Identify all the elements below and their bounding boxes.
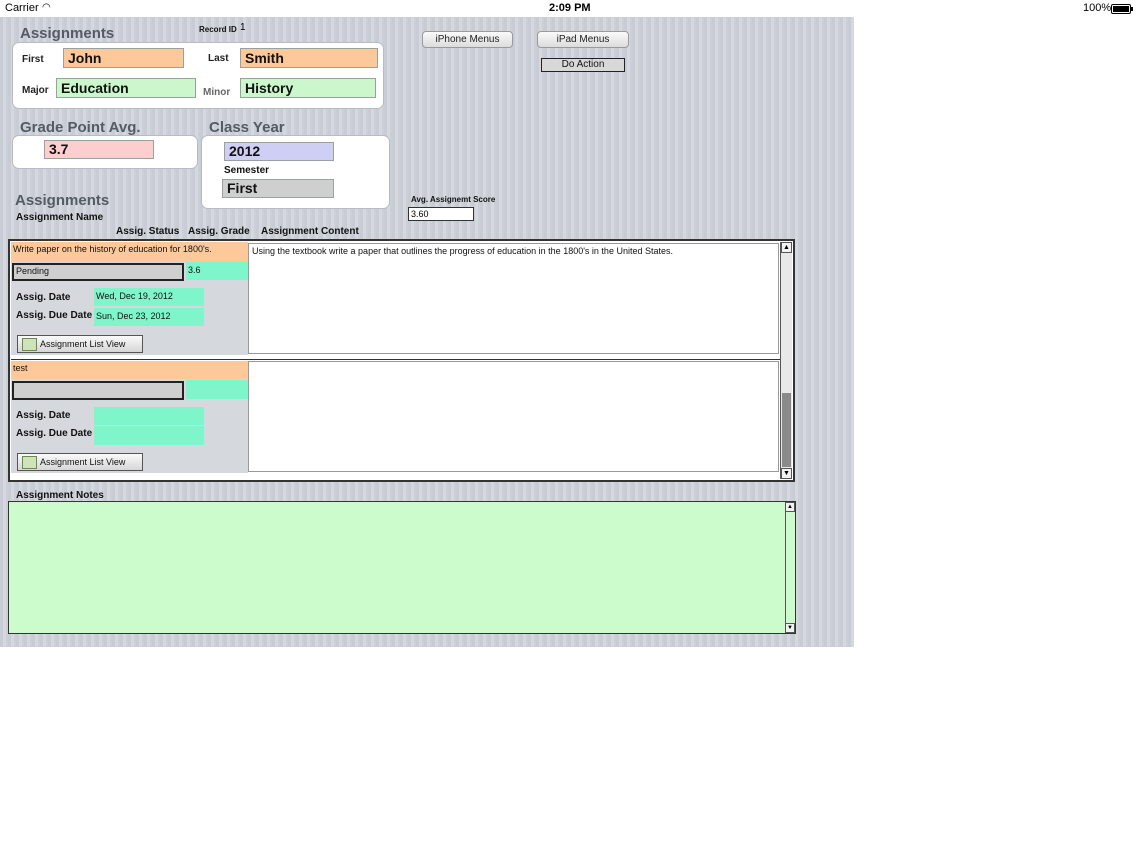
assignment-name-label: Assignment Name: [16, 212, 104, 223]
assig-date-label: Assig. Date: [16, 292, 71, 303]
battery-percent: 100%: [1083, 2, 1112, 14]
class-year-heading: Class Year: [209, 119, 285, 136]
assig-due-date-label: Assig. Due Date: [16, 428, 93, 439]
avg-score-label: Avg. Assignemt Score: [411, 195, 496, 204]
first-name-field[interactable]: John: [63, 48, 184, 68]
battery-icon: [1111, 4, 1133, 14]
major-field[interactable]: Education: [56, 78, 196, 98]
semester-label: Semester: [224, 165, 270, 176]
assig-date-label: Assig. Date: [16, 410, 71, 421]
wifi-icon: ◠: [42, 2, 51, 13]
assig-date-field[interactable]: Wed, Dec 19, 2012: [94, 288, 204, 306]
major-label: Major: [22, 85, 49, 96]
assignment-name-field[interactable]: test: [11, 361, 248, 379]
scrollbar-thumb[interactable]: [782, 393, 791, 467]
row-divider: [11, 359, 780, 360]
list-view-button-label: Assignment List View: [40, 339, 126, 349]
list-view-icon: [22, 456, 37, 469]
assignment-status-field[interactable]: Pending: [12, 263, 184, 281]
assignment-name-field[interactable]: Write paper on the history of education …: [11, 242, 248, 262]
gpa-field[interactable]: 3.7: [44, 140, 154, 159]
clock: 2:09 PM: [549, 2, 591, 14]
minor-field[interactable]: History: [240, 78, 376, 98]
record-id-value: 1: [240, 22, 246, 33]
page-title: Assignments: [20, 25, 115, 42]
last-name-field[interactable]: Smith: [240, 48, 378, 68]
assignments-heading: Assignments: [15, 192, 110, 209]
assignment-status-field[interactable]: [12, 381, 184, 400]
semester-field[interactable]: First: [222, 179, 334, 198]
list-view-button-label: Assignment List View: [40, 457, 126, 467]
scroll-up-icon[interactable]: ▲: [781, 242, 792, 253]
assig-due-date-label: Assig. Due Date: [16, 310, 93, 321]
assig-due-date-field[interactable]: Sun, Dec 23, 2012: [94, 308, 204, 326]
do-action-button[interactable]: Do Action: [541, 58, 625, 72]
carrier-label: Carrier: [5, 2, 39, 14]
assig-date-field[interactable]: [94, 407, 204, 425]
last-name-label: Last: [208, 53, 229, 64]
notes-scroll-down-icon[interactable]: ▼: [785, 623, 795, 633]
assig-status-label: Assig. Status: [116, 226, 180, 237]
list-view-icon: [22, 338, 37, 351]
assignment-content-field[interactable]: [248, 361, 779, 472]
first-name-label: First: [22, 54, 44, 65]
status-bar: Carrier ◠ 2:09 PM 100%: [0, 0, 1136, 17]
assig-due-date-field[interactable]: [94, 426, 204, 445]
main-panel: Assignments Record ID 1 First John Last …: [0, 17, 854, 647]
assignment-notes-field[interactable]: [8, 501, 796, 634]
iphone-menus-button[interactable]: iPhone Menus: [422, 31, 513, 48]
assignment-grade-field[interactable]: [186, 380, 248, 399]
notes-scroll-up-icon[interactable]: ▲: [785, 502, 795, 512]
assignment-grade-field[interactable]: 3.6: [186, 262, 248, 280]
notes-scrollbar[interactable]: [785, 502, 795, 633]
ipad-menus-button[interactable]: iPad Menus: [537, 31, 629, 48]
avg-score-field[interactable]: 3.60: [408, 207, 474, 221]
assignment-list-view-button[interactable]: Assignment List View: [17, 335, 143, 353]
assignment-content-field[interactable]: Using the textbook write a paper that ou…: [248, 243, 779, 354]
minor-label: Minor: [203, 87, 231, 98]
gpa-heading: Grade Point Avg.: [20, 119, 141, 136]
record-id-label: Record ID: [199, 25, 237, 34]
assignment-list-view-button[interactable]: Assignment List View: [17, 453, 143, 471]
assignment-content-label: Assignment Content: [261, 226, 359, 237]
class-year-field[interactable]: 2012: [224, 142, 334, 161]
assig-grade-label: Assig. Grade: [188, 226, 250, 237]
scroll-down-icon[interactable]: ▼: [781, 468, 792, 479]
assignment-notes-label: Assignment Notes: [16, 490, 104, 501]
